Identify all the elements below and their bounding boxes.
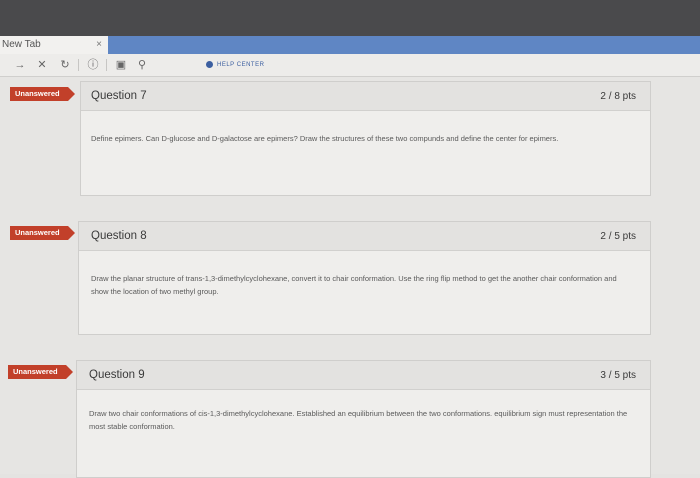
question-points: 2 / 8 pts: [600, 91, 636, 102]
toolbar-divider: [106, 59, 107, 71]
reload-icon[interactable]: ↻: [58, 57, 72, 73]
close-icon[interactable]: ✕: [35, 57, 49, 73]
help-center-label: HELP CENTER: [217, 62, 265, 68]
status-badge: Unanswered: [10, 226, 75, 240]
page-icon[interactable]: ▣: [114, 57, 128, 73]
status-badge: Unanswered: [8, 365, 73, 379]
tab-close-icon[interactable]: ×: [96, 36, 102, 54]
tab-title: New Tab: [2, 39, 41, 50]
arrow-right-icon[interactable]: →: [13, 57, 27, 73]
question-points: 3 / 5 pts: [600, 370, 636, 381]
question-text: Draw the planar structure of trans-1,3-d…: [91, 274, 617, 296]
question-title: Question 9: [89, 369, 145, 381]
question-title: Question 7: [91, 90, 147, 102]
info-icon[interactable]: ⓘ: [86, 57, 100, 73]
help-center-link[interactable]: HELP CENTER: [206, 58, 264, 72]
question-card: Question 9 3 / 5 pts Draw two chair conf…: [76, 360, 651, 478]
question-text: Define epimers. Can D-glucose and D-gala…: [91, 134, 559, 143]
screen-bezel: [0, 0, 700, 36]
address-bar[interactable]: [108, 36, 700, 54]
question-header: Question 9 3 / 5 pts: [77, 361, 650, 390]
browser-toolbar: → ✕ ↻ ⓘ ▣ ⚲ HELP CENTER: [0, 54, 700, 77]
browser-tab[interactable]: New Tab ×: [0, 36, 109, 54]
question-card: Question 8 2 / 5 pts Draw the planar str…: [78, 221, 651, 335]
question-text: Draw two chair conformations of cis-1,3-…: [89, 409, 628, 431]
question-header: Question 7 2 / 8 pts: [81, 82, 650, 111]
question-header: Question 8 2 / 5 pts: [79, 222, 650, 251]
quiz-content: Question 7 2 / 8 pts Define epimers. Can…: [0, 77, 700, 478]
toolbar-divider: [78, 59, 79, 71]
help-icon: [206, 60, 213, 68]
status-badge: Unanswered: [10, 87, 75, 101]
question-card: Question 7 2 / 8 pts Define epimers. Can…: [80, 81, 651, 196]
search-icon[interactable]: ⚲: [135, 57, 149, 73]
question-title: Question 8: [91, 230, 147, 242]
question-points: 2 / 5 pts: [600, 231, 636, 242]
